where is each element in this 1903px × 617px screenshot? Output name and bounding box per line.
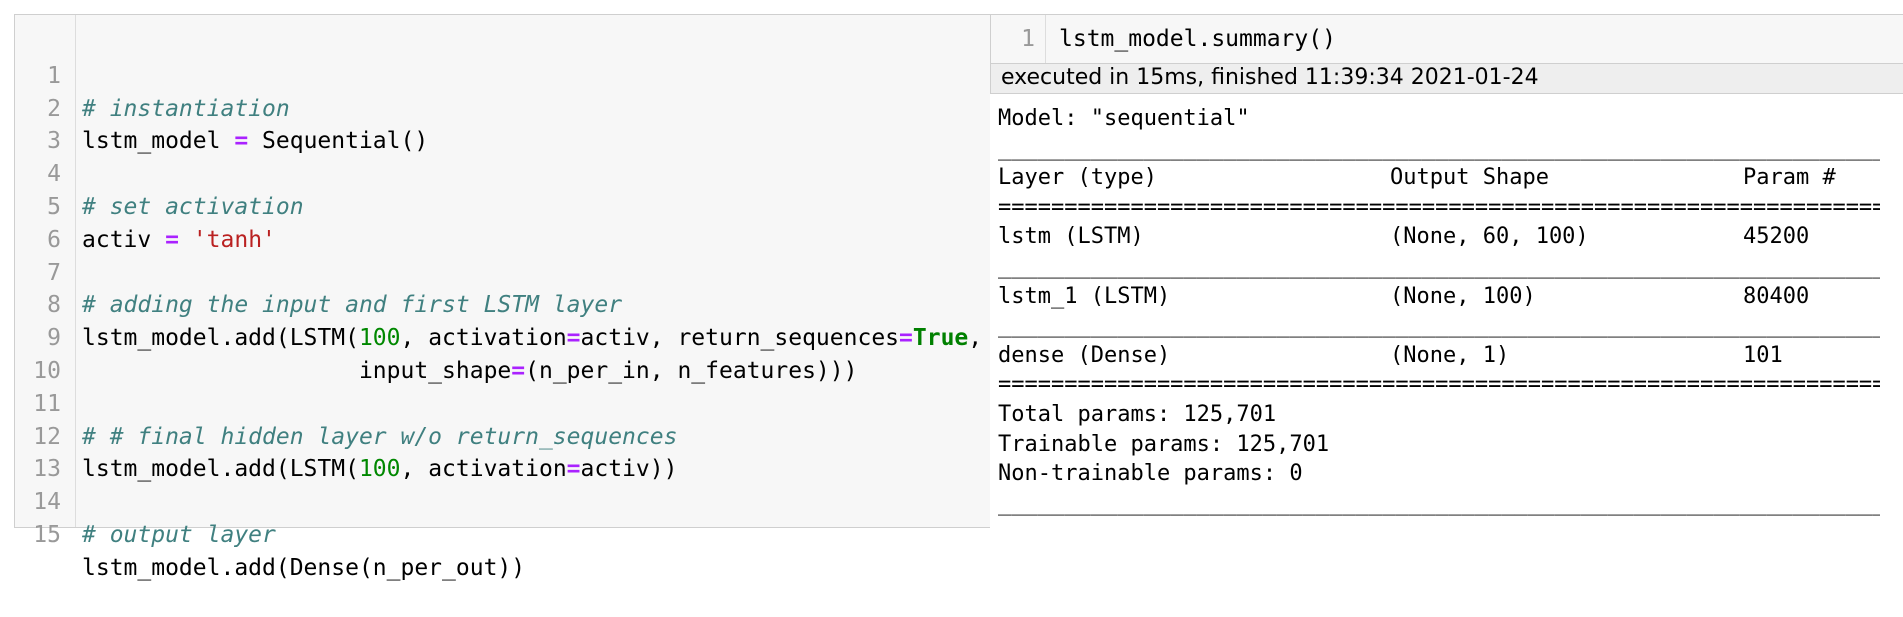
param-count: 80400 bbox=[1743, 283, 1810, 309]
summary-header-row: Layer (type) Output Shape Param # bbox=[998, 163, 1878, 193]
separator-rule: ========================================… bbox=[998, 372, 1880, 398]
code-text[interactable]: lstm_model.summary() bbox=[1059, 23, 1336, 55]
output-shape: (None, 60, 100) bbox=[1390, 224, 1589, 250]
summary-table-row: lstm (LSTM) (None, 60, 100) 45200 bbox=[998, 222, 1878, 252]
separator-rule: ________________________________________… bbox=[998, 135, 1880, 161]
code-line: 13 bbox=[15, 421, 990, 482]
code-line: 10 bbox=[15, 322, 990, 384]
line-number: 15 bbox=[33, 521, 61, 548]
layer-name: lstm (LSTM) bbox=[998, 224, 1144, 250]
separator-rule: ________________________________________… bbox=[998, 490, 1880, 516]
comment: # output layer bbox=[82, 521, 276, 548]
summary-table-row: lstm_1 (LSTM) (None, 100) 80400 bbox=[998, 282, 1878, 312]
param-count: 101 bbox=[1743, 342, 1783, 368]
code-text: lstm_model.add(Dense(n_per_out)) bbox=[82, 554, 526, 581]
code-cell-model-definition[interactable]: 1 # instantiation 2 lstm_model = Sequent… bbox=[14, 14, 990, 581]
separator-rule: ========================================… bbox=[998, 194, 1880, 220]
model-name-line: Model: "sequential" bbox=[998, 106, 1250, 131]
total-params: Total params: 125,701 bbox=[998, 401, 1277, 427]
header-layer: Layer (type) bbox=[998, 165, 1157, 191]
output-shape: (None, 1) bbox=[1390, 342, 1510, 368]
execution-time-bar: executed in 15ms, finished 11:39:34 2021… bbox=[990, 64, 1903, 94]
code-line: 6 bbox=[15, 191, 990, 253]
layer-name: dense (Dense) bbox=[998, 342, 1171, 368]
layer-name: lstm_1 (LSTM) bbox=[998, 283, 1171, 309]
header-output-shape: Output Shape bbox=[1390, 165, 1549, 191]
header-params: Param # bbox=[1743, 165, 1836, 191]
code-line: 8 lstm_model.add(LSTM(100, activation=ac… bbox=[15, 257, 990, 351]
code-line: 7 # adding the input and first LSTM laye… bbox=[15, 224, 990, 319]
output-shape: (None, 100) bbox=[1390, 283, 1536, 309]
code-line: 12 lstm_model.add(LSTM(100, activation=a… bbox=[15, 388, 990, 483]
code-line: 11 # # final hidden layer w/o return_seq… bbox=[15, 355, 990, 450]
trainable-params: Trainable params: 125,701 bbox=[998, 431, 1330, 457]
code-line: 4 # set activation bbox=[15, 125, 990, 220]
cell-output: Model: "sequential" ____________________… bbox=[998, 104, 1880, 518]
param-count: 45200 bbox=[1743, 224, 1810, 250]
code-line: 3 bbox=[15, 93, 990, 154]
code-line: 5 activ = 'tanh' bbox=[15, 158, 990, 253]
code-line: 9 input_shape=(n_per_in, n_features))) bbox=[15, 289, 990, 384]
code-line: 14 # output layer bbox=[15, 453, 990, 548]
code-cell-summary[interactable]: 1 lstm_model.summary() bbox=[990, 14, 1903, 64]
code-line: 1 # instantiation bbox=[15, 27, 990, 122]
separator-rule: ________________________________________… bbox=[998, 313, 1880, 339]
code-editor[interactable]: 1 # instantiation 2 lstm_model = Sequent… bbox=[15, 27, 990, 581]
summary-table-row: dense (Dense) (None, 1) 101 bbox=[998, 341, 1878, 371]
line-number: 1 bbox=[1021, 26, 1035, 52]
separator-rule: ________________________________________… bbox=[998, 253, 1880, 279]
code-line: 15 lstm_model.add(Dense(n_per_out)) bbox=[15, 486, 990, 581]
non-trainable-params: Non-trainable params: 0 bbox=[998, 461, 1303, 487]
code-line: 2 lstm_model = Sequential() bbox=[15, 60, 990, 155]
